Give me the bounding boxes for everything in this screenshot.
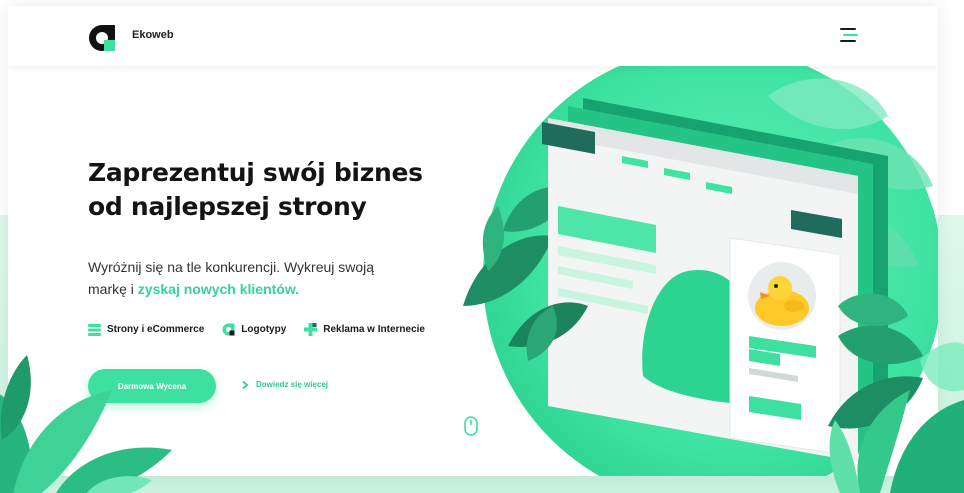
hero-subtitle: Wyróżnij się na tle konkurencji. Wykreuj… (88, 256, 408, 300)
service-item-logo[interactable]: Logotypy (222, 323, 286, 336)
learn-more-link[interactable]: Dowiedz się więcej (242, 380, 328, 389)
decorative-leaves-left (0, 355, 172, 493)
logo-design-icon (222, 323, 235, 336)
top-navigation-bar: Ekoweb (8, 6, 938, 66)
hero-heading: Zaprezentuj swój biznes od najlepszej st… (88, 156, 468, 224)
service-label-logo: Logotypy (241, 324, 287, 335)
hero-subtitle-line-1: Wyróżnij się na tle konkurencji. Wykreuj… (88, 259, 375, 275)
chevron-right-icon (242, 380, 248, 389)
menu-icon[interactable] (840, 28, 858, 44)
learn-more-label: Dowiedz się więcej (256, 380, 329, 389)
hero-subtitle-line-2: markę i (88, 281, 138, 297)
ekoweb-logo-icon[interactable] (87, 23, 117, 53)
page: Ekoweb Zaprezentuj swój biznes od najlep… (0, 0, 964, 493)
decorative-leaves-right (829, 342, 964, 493)
service-item-ads[interactable]: Reklama w Internecie (304, 323, 425, 336)
hero-heading-line-2: od najlepszej strony (88, 192, 367, 221)
service-label-ads: Reklama w Internecie (323, 324, 425, 335)
brand-name[interactable]: Ekoweb (132, 29, 174, 41)
mouse-scroll-icon[interactable] (464, 416, 478, 436)
advertising-icon (304, 323, 318, 336)
hero-subtitle-highlight: zyskaj nowych klientów. (137, 281, 300, 297)
hero-heading-line-1: Zaprezentuj swój biznes (88, 158, 423, 187)
